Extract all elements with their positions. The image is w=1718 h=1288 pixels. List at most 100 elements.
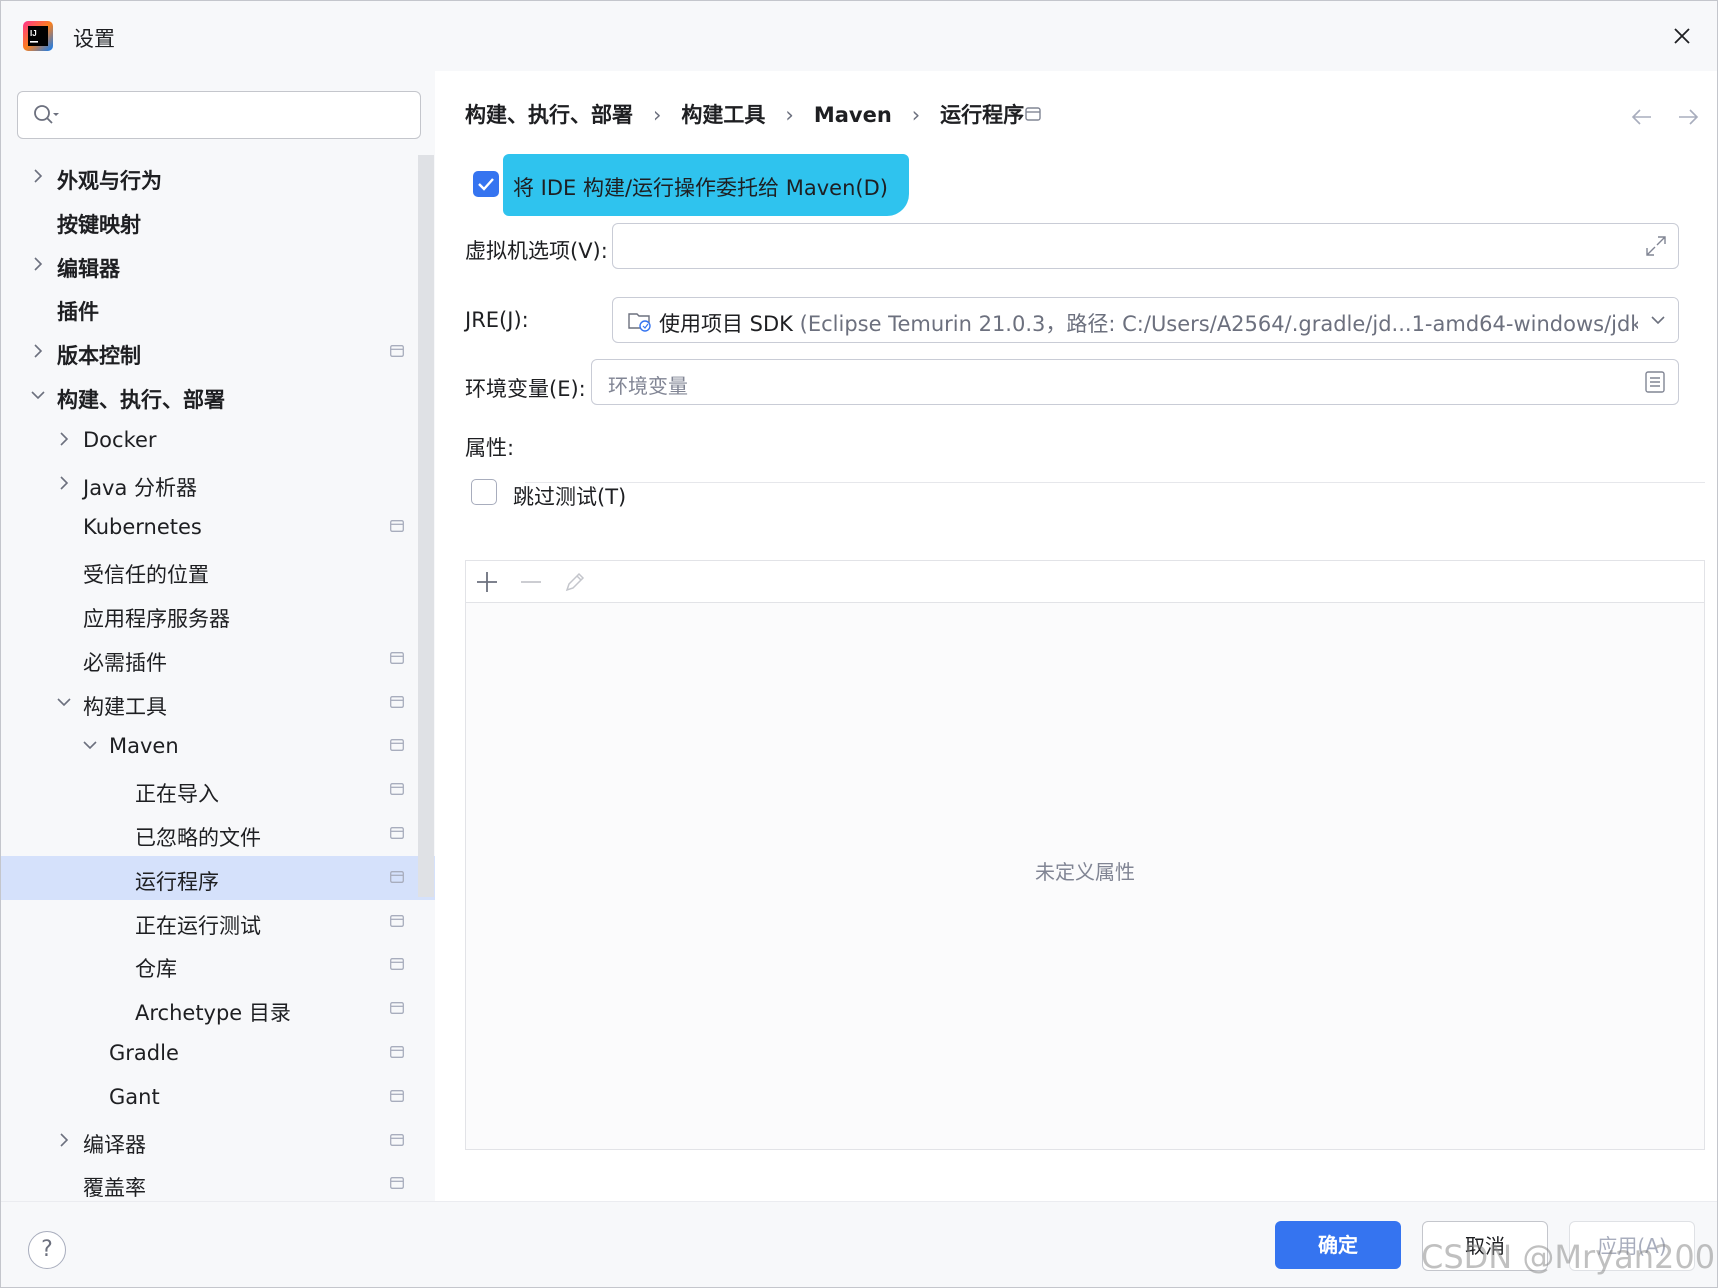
title-bar: IJ 设置: [1, 1, 1717, 71]
jre-label: JRE(J):: [465, 308, 529, 332]
tree-item[interactable]: Archetype 目录: [1, 987, 435, 1031]
tree-item[interactable]: 必需插件: [1, 637, 435, 681]
tree-item[interactable]: 仓库: [1, 943, 435, 987]
tree-item[interactable]: 受信任的位置: [1, 549, 435, 593]
arrow-right-icon[interactable]: [1675, 107, 1701, 127]
tree-item-label: 版本控制: [57, 344, 141, 369]
tree-item[interactable]: 按键映射: [1, 199, 435, 243]
tree-item-label: Kubernetes: [83, 515, 202, 540]
tree-item-label: 按键映射: [57, 212, 141, 237]
jre-select[interactable]: 使用项目 SDK (Eclipse Temurin 21.0.3，路径: C:/…: [612, 297, 1679, 343]
window-title: 设置: [73, 27, 115, 51]
tree-item[interactable]: 构建、执行、部署: [1, 374, 435, 418]
tree-item-label: 仓库: [135, 957, 177, 982]
settings-dialog: IJ 设置 外观与行为 按键映射 编辑器 插件 版本控制 构建、执行、部署 Docker Ja…: [0, 0, 1718, 1288]
chevron-down-icon[interactable]: [55, 692, 73, 712]
breadcrumb-scope-icon: [1025, 106, 1041, 125]
tree-item-label: Docker: [83, 427, 157, 452]
tree-item-label: 必需插件: [83, 650, 167, 675]
tree-item-label: 覆盖率: [83, 1176, 146, 1201]
search-icon: [34, 105, 59, 124]
project-scope-icon: [390, 345, 404, 358]
tree-item-label: Java 分析器: [83, 475, 198, 500]
tree-item[interactable]: Maven: [1, 724, 435, 768]
tree-item[interactable]: 已忽略的文件: [1, 812, 435, 856]
list-edit-icon[interactable]: [1644, 370, 1666, 394]
tree-item[interactable]: Java 分析器: [1, 462, 435, 506]
tree-item-label: 编译器: [83, 1132, 146, 1157]
arrow-left-icon[interactable]: [1629, 107, 1655, 127]
minus-icon[interactable]: [518, 569, 544, 595]
tree-item-label: 正在导入: [135, 782, 219, 807]
tree-item[interactable]: 编译器: [1, 1119, 435, 1163]
jre-value-detail: (Eclipse Temurin 21.0.3，路径: C:/Users/A25…: [799, 312, 1664, 336]
expand-icon[interactable]: [1644, 234, 1668, 258]
dropdown-arrow-icon[interactable]: [1650, 313, 1666, 327]
tree-item-label: 编辑器: [57, 256, 120, 281]
help-button[interactable]: ?: [28, 1231, 66, 1269]
vm-options-label: 虚拟机选项(V):: [465, 239, 608, 263]
env-vars-placeholder: 环境变量: [608, 374, 688, 398]
env-vars-label: 环境变量(E):: [465, 377, 586, 401]
close-icon[interactable]: [1665, 19, 1699, 53]
tree-item-label: 受信任的位置: [83, 563, 209, 588]
project-scope-icon: [390, 914, 404, 927]
properties-table[interactable]: 未定义属性: [465, 560, 1705, 1150]
tree-item-label: 运行程序: [135, 869, 219, 894]
tree-item-label: 插件: [57, 300, 99, 325]
skip-tests-label: 跳过测试(T): [513, 485, 627, 509]
tree-scrollbar[interactable]: [418, 155, 434, 897]
properties-label: 属性:: [465, 436, 515, 460]
tree-item[interactable]: 编辑器: [1, 243, 435, 287]
tree-item[interactable]: Gant: [1, 1075, 435, 1119]
project-scope-icon: [390, 1089, 404, 1102]
pencil-icon[interactable]: [562, 569, 588, 595]
tree-item[interactable]: 覆盖率: [1, 1162, 435, 1206]
properties-separator: [525, 482, 1705, 483]
breadcrumb-item[interactable]: Maven: [814, 103, 892, 127]
tree-item[interactable]: 正在导入: [1, 768, 435, 812]
settings-content: 构建、执行、部署 › 构建工具 › Maven › 运行程序 将 IDE 构建/运行操作委托…: [435, 71, 1717, 1201]
breadcrumb-item[interactable]: 运行程序: [940, 103, 1024, 127]
tree-item[interactable]: 运行程序: [1, 855, 435, 900]
tree-item[interactable]: 正在运行测试: [1, 900, 435, 944]
chevron-down-icon[interactable]: [29, 385, 47, 405]
tree-item[interactable]: 外观与行为: [1, 155, 435, 199]
vm-options-field[interactable]: [612, 223, 1679, 269]
tree-item-label: 应用程序服务器: [83, 606, 230, 631]
skip-tests-checkbox[interactable]: [471, 479, 497, 505]
properties-empty-text: 未定义属性: [1035, 860, 1135, 884]
chevron-right-icon[interactable]: [29, 254, 47, 274]
plus-icon[interactable]: [474, 569, 500, 595]
delegate-to-maven-checkbox[interactable]: [473, 171, 499, 197]
chevron-down-icon[interactable]: [81, 735, 99, 755]
chevron-right-icon[interactable]: [55, 473, 73, 493]
env-vars-field[interactable]: 环境变量: [591, 359, 1679, 405]
tree-item[interactable]: Kubernetes: [1, 505, 435, 549]
tree-item-label: Gant: [109, 1084, 160, 1109]
project-scope-icon: [390, 695, 404, 708]
tree-item[interactable]: Gradle: [1, 1031, 435, 1075]
tree-item[interactable]: Docker: [1, 418, 435, 462]
properties-toolbar: [466, 561, 1704, 603]
tree-item[interactable]: 构建工具: [1, 681, 435, 725]
svg-text:IJ: IJ: [30, 29, 37, 38]
tree-item[interactable]: 插件: [1, 286, 435, 330]
tree-item[interactable]: 版本控制: [1, 330, 435, 374]
delegate-to-maven-label: 将 IDE 构建/运行操作委托给 Maven(D): [513, 176, 888, 200]
chevron-right-icon[interactable]: [55, 429, 73, 449]
tree-item-label: Gradle: [109, 1040, 179, 1065]
chevron-right-icon[interactable]: [29, 166, 47, 186]
search-input[interactable]: [17, 91, 421, 139]
tree-item[interactable]: 应用程序服务器: [1, 593, 435, 637]
breadcrumb-separator: ›: [911, 103, 921, 127]
breadcrumb-separator: ›: [653, 103, 662, 127]
ok-button[interactable]: 确定: [1275, 1221, 1401, 1269]
settings-nav-panel: 外观与行为按键映射编辑器插件版本控制构建、执行、部署 Docker Java 分析器…: [1, 71, 435, 1201]
project-scope-icon: [390, 1002, 404, 1015]
chevron-right-icon[interactable]: [29, 341, 47, 361]
chevron-right-icon[interactable]: [55, 1130, 73, 1150]
breadcrumb-item[interactable]: 构建、执行、部署: [465, 103, 633, 127]
breadcrumb-item[interactable]: 构建工具: [681, 103, 765, 127]
tree-item-label: Maven: [109, 734, 179, 759]
